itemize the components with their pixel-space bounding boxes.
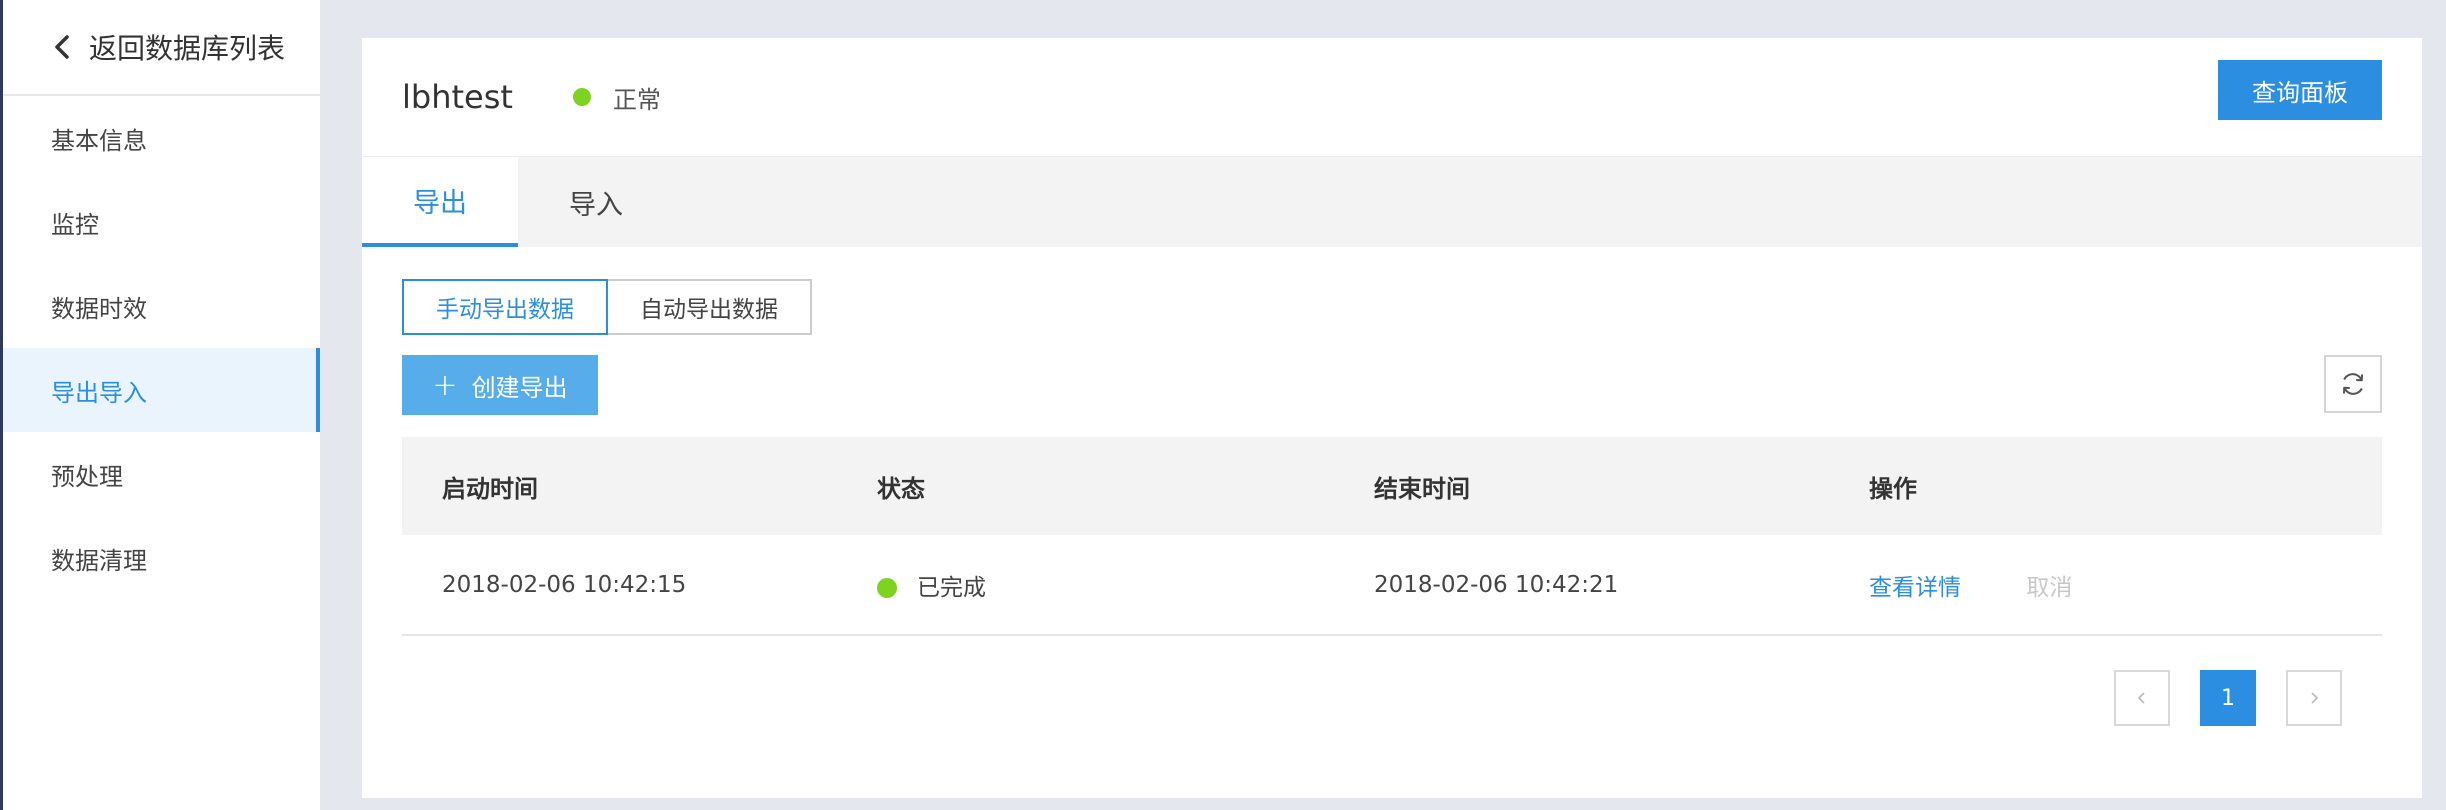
export-content: 手动导出数据 自动导出数据 + 创建导出 启动时间 状态 结束时间 操作 201…: [362, 247, 2422, 636]
view-details-link[interactable]: 查看详情: [1869, 575, 1961, 601]
previous-page-button[interactable]: [2114, 670, 2170, 726]
next-page-button[interactable]: [2286, 670, 2342, 726]
refresh-button[interactable]: [2324, 355, 2382, 413]
sidebar-item-label: 数据清理: [51, 546, 147, 575]
sidebar-item-label: 导出导入: [51, 378, 147, 407]
chevron-left-icon: [2137, 692, 2145, 704]
main-panel: lbhtest 正常 查询面板 导出 导入 手动导出数据 自动导出数据 + 创建…: [362, 38, 2422, 798]
sidebar-item-monitor[interactable]: 监控: [3, 180, 320, 264]
tab-export[interactable]: 导出: [362, 157, 518, 247]
status-cell: 已完成: [876, 535, 1373, 635]
cancel-link: 取消: [2026, 574, 2073, 601]
tab-import[interactable]: 导入: [518, 157, 674, 247]
sidebar: 返回数据库列表 基本信息 监控 数据时效 导出导入 预处理 数据清理: [0, 0, 320, 810]
create-export-button[interactable]: + 创建导出: [402, 355, 598, 415]
database-name: lbhtest: [402, 78, 513, 116]
chevron-left-icon: [55, 35, 69, 59]
actions-cell: 查看详情 取消: [1868, 535, 2382, 635]
status-indicator-icon: [572, 88, 591, 106]
create-export-label: 创建导出: [471, 373, 568, 402]
back-to-database-list-link[interactable]: 返回数据库列表: [3, 0, 320, 96]
status-dot-icon: [877, 578, 897, 598]
plus-icon: +: [432, 367, 458, 403]
export-table: 启动时间 状态 结束时间 操作 2018-02-06 10:42:15 已完成 …: [402, 437, 2382, 636]
back-label: 返回数据库列表: [89, 32, 286, 65]
end-time-cell: 2018-02-06 10:42:21: [1374, 571, 1619, 598]
toolbar: + 创建导出: [402, 355, 2382, 415]
column-header-actions: 操作: [1869, 474, 1917, 503]
sidebar-item-data-retention[interactable]: 数据时效: [3, 264, 320, 348]
table-header-row: 启动时间 状态 结束时间 操作: [402, 437, 2382, 535]
query-panel-button[interactable]: 查询面板: [2218, 60, 2382, 120]
sidebar-item-label: 数据时效: [51, 294, 147, 323]
chevron-right-icon: [2311, 692, 2319, 704]
tab-bar: 导出 导入: [362, 156, 2422, 247]
pagination: 1: [2114, 670, 2342, 726]
database-status: 正常: [612, 85, 661, 114]
manual-export-button[interactable]: 手动导出数据: [402, 279, 608, 335]
column-header-start-time: 启动时间: [442, 474, 538, 503]
panel-header: lbhtest 正常 查询面板: [362, 38, 2422, 156]
table-row: 2018-02-06 10:42:15 已完成 2018-02-06 10:42…: [402, 535, 2382, 635]
sidebar-item-label: 监控: [51, 210, 99, 239]
column-header-end-time: 结束时间: [1374, 474, 1470, 503]
column-header-status: 状态: [877, 474, 925, 503]
sidebar-item-preprocess[interactable]: 预处理: [3, 432, 320, 516]
start-time-cell: 2018-02-06 10:42:15: [442, 571, 687, 598]
status-text: 已完成: [917, 574, 986, 601]
export-mode-switch: 手动导出数据 自动导出数据: [402, 279, 2382, 335]
auto-export-button[interactable]: 自动导出数据: [608, 279, 812, 335]
sidebar-item-basic-info[interactable]: 基本信息: [3, 96, 320, 180]
refresh-icon: [2343, 373, 2363, 395]
sidebar-item-label: 基本信息: [51, 126, 147, 155]
sidebar-item-data-cleanup[interactable]: 数据清理: [3, 516, 320, 600]
sidebar-item-label: 预处理: [51, 462, 123, 491]
page-button-current[interactable]: 1: [2200, 670, 2256, 726]
sidebar-item-export-import[interactable]: 导出导入: [3, 348, 320, 432]
